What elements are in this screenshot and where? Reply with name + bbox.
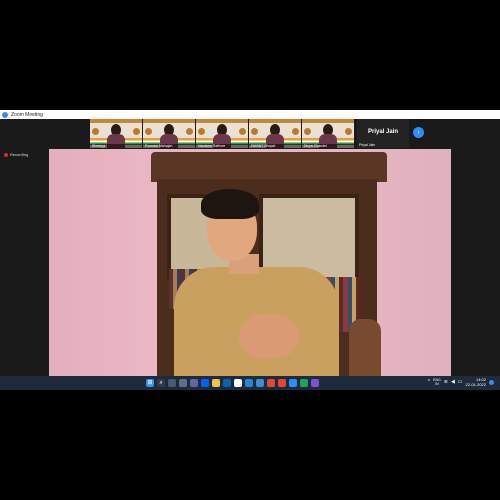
main-video[interactable] xyxy=(49,149,451,376)
emblem-icon xyxy=(239,128,246,135)
emblem-icon xyxy=(345,128,352,135)
youtube-icon[interactable] xyxy=(278,379,286,387)
language-indicator[interactable]: ENG IN xyxy=(433,378,441,386)
volume-icon[interactable]: ◀ xyxy=(451,379,455,385)
chat-icon[interactable] xyxy=(190,379,198,387)
edge-icon[interactable] xyxy=(245,379,253,387)
active-speaker-label: Priyal Jain xyxy=(359,143,376,147)
wall-left xyxy=(49,149,159,376)
chevron-right-icon: › xyxy=(417,129,420,136)
recording-indicator: Recording xyxy=(4,152,28,157)
participant-strip: Shreeya Poonam Mahajan Vandana Rathore D… xyxy=(90,119,354,148)
banner-graphic xyxy=(143,119,195,123)
emblem-icon xyxy=(304,128,311,135)
cabinet-crown xyxy=(151,152,387,182)
taskbar-apps: ⊞ ⌕ xyxy=(146,379,319,387)
participant-name: DMSNT Bhopal xyxy=(249,144,301,148)
banner-graphic xyxy=(302,119,354,123)
clock[interactable]: 14:02 22-01-2022 xyxy=(466,377,486,387)
search-icon[interactable]: ⌕ xyxy=(157,379,165,387)
battery-icon[interactable]: ▭ xyxy=(458,379,463,385)
record-dot-icon xyxy=(4,152,8,157)
media-icon[interactable] xyxy=(267,379,275,387)
participant-name: Divya Chandel xyxy=(302,144,354,148)
speaker-hair xyxy=(201,189,259,219)
clock-date: 22-01-2022 xyxy=(465,382,486,387)
emblem-icon xyxy=(251,128,258,135)
participant-tile[interactable]: Poonam Mahajan xyxy=(143,119,195,148)
participant-tile[interactable]: Shreeya xyxy=(90,119,142,148)
sheets-icon[interactable] xyxy=(300,379,308,387)
emblem-icon xyxy=(186,128,193,135)
banner-graphic xyxy=(90,119,142,123)
widgets-icon[interactable] xyxy=(179,379,187,387)
banner-graphic xyxy=(196,119,248,123)
participant-tile[interactable]: Divya Chandel xyxy=(302,119,354,148)
participant-tile[interactable]: DMSNT Bhopal xyxy=(249,119,301,148)
app-icon[interactable] xyxy=(311,379,319,387)
system-tray: ^ ENG IN ≋ ◀ ▭ 14:02 22-01-2022 xyxy=(428,377,494,387)
chrome-icon[interactable] xyxy=(234,379,242,387)
store-icon[interactable] xyxy=(256,379,264,387)
participant-name: Poonam Mahajan xyxy=(143,144,195,148)
next-page-button[interactable]: › xyxy=(413,127,424,138)
windows-taskbar: ⊞ ⌕ ^ ENG IN ≋ ◀ ▭ 14:02 22-01-2022 xyxy=(0,376,500,390)
recording-label: Recording xyxy=(10,152,29,157)
emblem-icon xyxy=(198,128,205,135)
dropbox-icon[interactable] xyxy=(201,379,209,387)
zoom-logo-icon xyxy=(2,111,8,118)
speaker-hand xyxy=(239,314,299,359)
active-speaker-tile[interactable]: Priyal Jain Priyal Jain xyxy=(357,119,409,148)
window-title: Zoom Meeting xyxy=(11,111,43,118)
chevron-up-icon[interactable]: ^ xyxy=(428,379,430,385)
emblem-icon xyxy=(292,128,299,135)
window-titlebar: Zoom Meeting xyxy=(0,110,500,119)
windows-start-icon[interactable]: ⊞ xyxy=(146,379,154,387)
wooden-statue xyxy=(349,319,381,376)
participant-tile[interactable]: Vandana Rathore xyxy=(196,119,248,148)
notification-icon[interactable] xyxy=(489,379,494,385)
folder-icon[interactable] xyxy=(212,379,220,387)
participant-name: Vandana Rathore xyxy=(196,144,248,148)
emblem-icon xyxy=(92,128,99,135)
mail-icon[interactable] xyxy=(223,379,231,387)
banner-graphic xyxy=(249,119,301,123)
wifi-icon[interactable]: ≋ xyxy=(444,379,448,385)
file-explorer-icon[interactable] xyxy=(168,379,176,387)
participant-name: Shreeya xyxy=(90,144,142,148)
zoom-icon[interactable] xyxy=(289,379,297,387)
language-region: IN xyxy=(435,382,439,386)
emblem-icon xyxy=(133,128,140,135)
zoom-meeting-window: Shreeya Poonam Mahajan Vandana Rathore D… xyxy=(0,119,500,376)
screen: Zoom Meeting Shreeya Poonam Mahajan Vand… xyxy=(0,0,500,500)
active-speaker-name: Priyal Jain xyxy=(367,129,399,135)
emblem-icon xyxy=(145,128,152,135)
